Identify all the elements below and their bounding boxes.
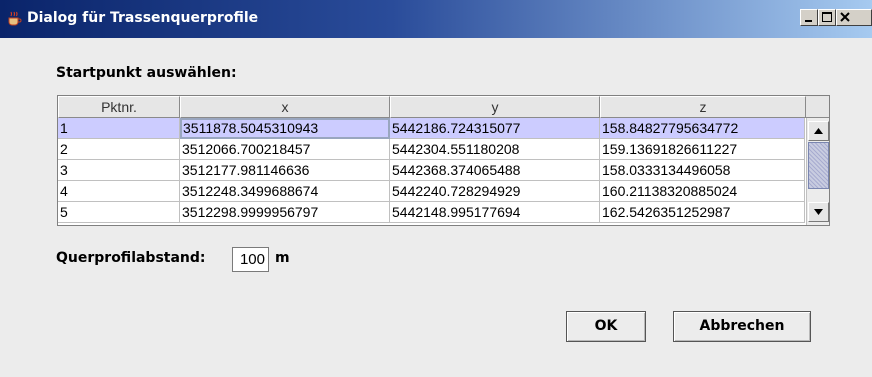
maximize-icon: [822, 12, 832, 22]
cell-pktnr[interactable]: 1: [58, 118, 180, 139]
minimize-button[interactable]: [800, 9, 818, 26]
scrollbar-thumb[interactable]: [808, 142, 829, 189]
ok-button[interactable]: OK: [566, 311, 646, 342]
cell-y[interactable]: 5442240.728294929: [390, 181, 600, 202]
scroll-up-button[interactable]: [808, 121, 829, 141]
title-bar[interactable]: Dialog für Trassenquerprofile: [0, 0, 872, 38]
table-row[interactable]: 3 3512177.981146636 5442368.374065488 15…: [58, 160, 805, 181]
points-table[interactable]: Pktnr. x y z 1 3511878.5045310943 544218…: [57, 95, 830, 226]
arrow-down-icon: [814, 209, 823, 215]
arrow-up-icon: [814, 128, 823, 134]
cell-z[interactable]: 160.21138320885024: [600, 181, 805, 202]
table-row[interactable]: 2 3512066.700218457 5442304.551180208 15…: [58, 139, 805, 160]
cell-y[interactable]: 5442304.551180208: [390, 139, 600, 160]
minimize-icon: [805, 20, 812, 22]
close-button[interactable]: [836, 9, 872, 26]
table-vertical-scrollbar[interactable]: [806, 118, 829, 225]
column-header-x[interactable]: x: [180, 96, 390, 118]
dialog-window: Dialog für Trassenquerprofile Startpunkt…: [0, 0, 872, 377]
cell-x[interactable]: 3512298.9999956797: [180, 202, 390, 223]
cancel-button[interactable]: Abbrechen: [673, 311, 811, 342]
close-icon: [840, 12, 850, 22]
cell-y[interactable]: 5442368.374065488: [390, 160, 600, 181]
cell-y[interactable]: 5442186.724315077: [390, 118, 600, 139]
cell-pktnr[interactable]: 5: [58, 202, 180, 223]
cell-pktnr[interactable]: 3: [58, 160, 180, 181]
table-header-corner: [806, 96, 829, 118]
cell-x[interactable]: 3512066.700218457: [180, 139, 390, 160]
dialog-content: Startpunkt auswählen: Pktnr. x y z 1 351…: [0, 38, 872, 377]
cell-pktnr[interactable]: 2: [58, 139, 180, 160]
scroll-down-button[interactable]: [808, 202, 829, 222]
cell-z[interactable]: 159.13691826611227: [600, 139, 805, 160]
cell-x[interactable]: 3512248.3499688674: [180, 181, 390, 202]
cell-x[interactable]: 3511878.5045310943: [180, 118, 390, 139]
spacing-unit: m: [275, 250, 290, 266]
column-header-y[interactable]: y: [390, 96, 600, 118]
column-header-z[interactable]: z: [600, 96, 806, 118]
maximize-button[interactable]: [818, 9, 836, 26]
column-header-pktnr[interactable]: Pktnr.: [58, 96, 180, 118]
window-title: Dialog für Trassenquerprofile: [27, 10, 259, 26]
cell-z[interactable]: 158.84827795634772: [600, 118, 805, 139]
cell-pktnr[interactable]: 4: [58, 181, 180, 202]
spacing-label: Querprofilabstand:: [56, 250, 206, 266]
cell-x[interactable]: 3512177.981146636: [180, 160, 390, 181]
table-row-partial[interactable]: 5 3512298.9999956797 5442148.995177694 1…: [58, 202, 805, 223]
cell-z[interactable]: 158.0333134496058: [600, 160, 805, 181]
cell-y[interactable]: 5442148.995177694: [390, 202, 600, 223]
java-cup-icon: [6, 11, 22, 27]
table-row[interactable]: 4 3512248.3499688674 5442240.728294929 1…: [58, 181, 805, 202]
spacing-input[interactable]: 100: [232, 247, 269, 272]
start-point-label: Startpunkt auswählen:: [56, 65, 237, 81]
table-row-selected[interactable]: 1 3511878.5045310943 5442186.724315077 1…: [58, 118, 805, 139]
cell-z[interactable]: 162.5426351252987: [600, 202, 805, 223]
